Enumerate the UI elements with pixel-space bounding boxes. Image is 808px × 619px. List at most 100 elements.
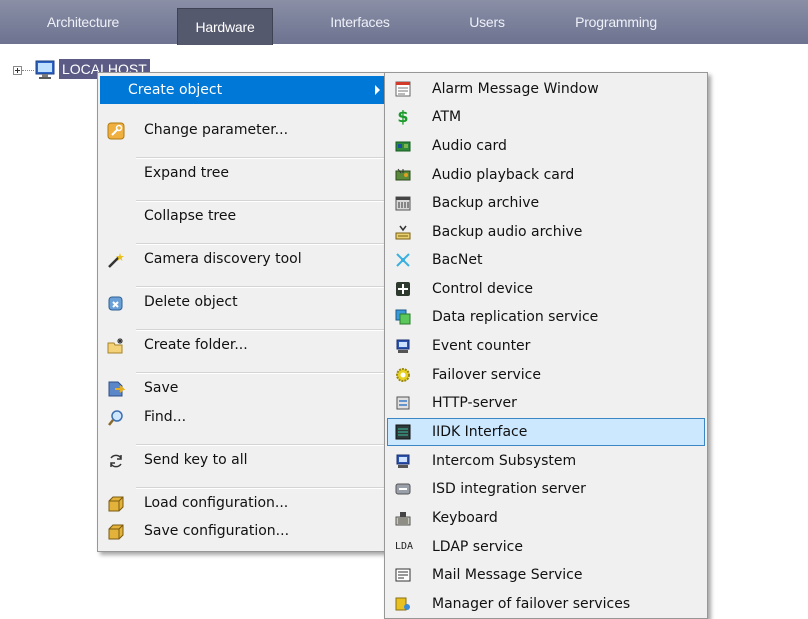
menu-item-delete-object[interactable]: Delete object: [100, 288, 386, 316]
menu-item-label: Create object: [128, 82, 223, 98]
submenu-item-manager-failover[interactable]: Manager of failover services: [387, 590, 705, 618]
save-icon: [108, 381, 125, 397]
archive-icon: [395, 196, 411, 211]
submenu-item-label: Event counter: [432, 338, 531, 354]
menu-item-label: Load configuration...: [144, 495, 289, 511]
tab-hardware[interactable]: Hardware: [177, 8, 273, 45]
menu-item-label: Save: [144, 380, 179, 396]
load-config-icon: [108, 496, 124, 512]
menu-item-save-configuration[interactable]: Save configuration...: [100, 517, 386, 545]
tab-architecture[interactable]: Architecture: [28, 0, 138, 44]
computer-icon: [35, 60, 55, 79]
menu-item-label: Camera discovery tool: [144, 251, 302, 267]
submenu-item-audio-card[interactable]: Audio card: [387, 132, 705, 160]
submenu-item-control-device[interactable]: Control device: [387, 275, 705, 303]
submenu-item-label: HTTP-server: [432, 395, 517, 411]
new-folder-icon: [107, 338, 123, 354]
menu-item-create-folder[interactable]: Create folder...: [100, 331, 386, 359]
gear-icon: [396, 368, 410, 382]
create-object-submenu: Alarm Message Window $ ATM Audio card Au…: [384, 72, 708, 619]
submenu-item-audio-playback-card[interactable]: Audio playback card: [387, 161, 705, 189]
refresh-icon: [110, 454, 122, 468]
submenu-item-label: Backup audio archive: [432, 224, 583, 240]
alarm-window-icon: [395, 81, 411, 97]
submenu-item-label: ISD integration server: [432, 481, 586, 497]
delete-object-icon: [108, 296, 123, 311]
submenu-item-event-counter[interactable]: Event counter: [387, 332, 705, 360]
submenu-item-intercom[interactable]: Intercom Subsystem: [387, 447, 705, 475]
sound-card-icon: [395, 141, 411, 152]
submenu-item-label: Data replication service: [432, 309, 599, 325]
submenu-item-backup-audio-archive[interactable]: Backup audio archive: [387, 218, 705, 246]
network-icon: [396, 253, 410, 267]
submenu-item-ldap-service[interactable]: LDA LDAP service: [387, 533, 705, 561]
menu-item-create-object[interactable]: Create object: [100, 76, 386, 104]
submenu-item-label: Audio card: [432, 138, 507, 154]
menu-item-camera-discovery[interactable]: Camera discovery tool: [100, 245, 386, 273]
replication-icon: [395, 309, 411, 325]
integration-server-icon: [395, 483, 411, 495]
menu-item-send-key[interactable]: Send key to all: [100, 446, 386, 474]
menu-item-label: Delete object: [144, 294, 238, 310]
submenu-item-label: Control device: [432, 281, 534, 297]
menu-item-label: Collapse tree: [144, 208, 237, 224]
menu-item-label: Save configuration...: [144, 523, 290, 539]
submenu-item-label: IIDK Interface: [432, 424, 528, 440]
save-config-icon: [108, 524, 124, 540]
submenu-item-http-server[interactable]: HTTP-server: [387, 389, 705, 417]
monitor-icon: [396, 454, 410, 468]
submenu-item-iidk-interface[interactable]: IIDK Interface: [387, 418, 705, 446]
dollar-icon: $: [397, 107, 409, 126]
menu-item-label: Expand tree: [144, 165, 229, 181]
submenu-item-label: ATM: [432, 109, 462, 125]
failover-manager-icon: [395, 597, 410, 611]
submenu-item-data-replication[interactable]: Data replication service: [387, 303, 705, 331]
submenu-item-label: Alarm Message Window: [432, 81, 599, 97]
submenu-item-mail-message-service[interactable]: Mail Message Service: [387, 561, 705, 589]
submenu-item-failover-service[interactable]: Failover service: [387, 361, 705, 389]
playback-card-icon: [395, 168, 411, 181]
submenu-item-label: Failover service: [432, 367, 541, 383]
menu-item-label: Send key to all: [144, 452, 248, 468]
menu-item-save[interactable]: Save: [100, 374, 386, 402]
submenu-item-label: Manager of failover services: [432, 596, 631, 612]
menu-item-collapse-tree[interactable]: Collapse tree: [100, 202, 386, 230]
submenu-item-keyboard[interactable]: Keyboard: [387, 504, 705, 532]
menu-item-expand-tree[interactable]: Expand tree: [100, 159, 386, 187]
mail-window-icon: [395, 568, 411, 582]
submenu-item-label: Keyboard: [432, 510, 498, 526]
menu-item-find[interactable]: Find...: [100, 403, 386, 431]
tree-connector-line: [22, 70, 34, 71]
magnifier-icon: [108, 410, 123, 426]
tree-expand-toggle[interactable]: [13, 66, 22, 75]
submenu-item-label: Mail Message Service: [432, 567, 583, 583]
submenu-item-label: Backup archive: [432, 195, 540, 211]
top-tab-bar: Architecture Hardware Interfaces Users P…: [0, 0, 808, 45]
submenu-item-label: Intercom Subsystem: [432, 453, 577, 469]
tab-users[interactable]: Users: [452, 0, 522, 44]
keyboard-icon: [395, 512, 411, 526]
submenu-item-alarm-message-window[interactable]: Alarm Message Window: [387, 75, 705, 103]
submenu-item-label: LDAP service: [432, 539, 523, 555]
submenu-item-bacnet[interactable]: BacNet: [387, 246, 705, 274]
submenu-item-label: BacNet: [432, 252, 483, 268]
control-device-icon: [396, 282, 410, 296]
audio-archive-icon: [395, 225, 411, 240]
magic-wand-icon: [108, 253, 124, 268]
context-menu: Create object Change parameter... Expand…: [97, 72, 389, 552]
menu-item-label: Change parameter...: [144, 122, 289, 138]
server-icon: [396, 396, 410, 410]
menu-item-change-parameter[interactable]: Change parameter...: [100, 116, 386, 144]
submenu-item-isd-integration[interactable]: ISD integration server: [387, 475, 705, 503]
submenu-arrow-icon: [375, 85, 380, 95]
submenu-item-label: Audio playback card: [432, 167, 575, 183]
submenu-item-backup-archive[interactable]: Backup archive: [387, 189, 705, 217]
monitor-icon: [396, 339, 410, 353]
wrench-icon: [107, 122, 125, 140]
menu-item-load-configuration[interactable]: Load configuration...: [100, 489, 386, 517]
menu-item-label: Create folder...: [144, 337, 248, 353]
tab-programming[interactable]: Programming: [558, 0, 674, 44]
submenu-item-atm[interactable]: $ ATM: [387, 103, 705, 131]
tab-interfaces[interactable]: Interfaces: [310, 0, 410, 44]
interface-icon: [395, 424, 411, 440]
